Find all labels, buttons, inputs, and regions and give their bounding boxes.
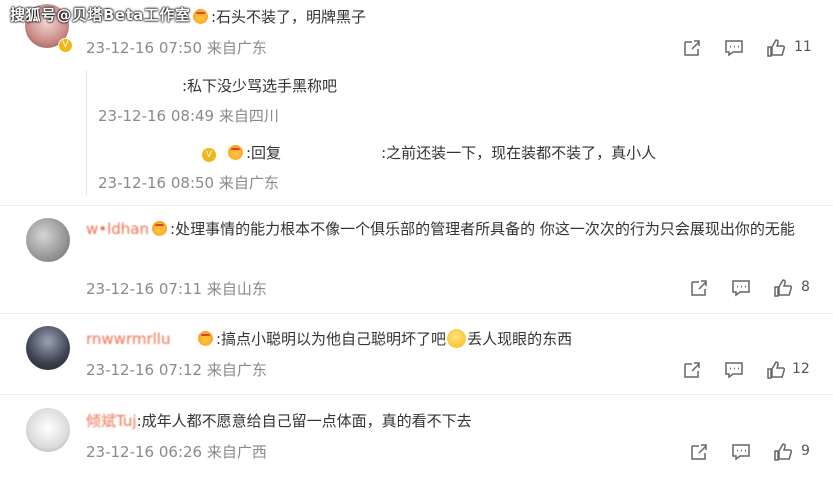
comment-text: :搞点小聪明以为他自己聪明坏了吧 — [216, 330, 447, 348]
comment-actions: 11 — [682, 38, 822, 58]
reply-meta: 23-12-16 08:50 来自广东 — [98, 174, 279, 192]
thumb-up-icon[interactable] — [773, 442, 793, 462]
reply-meta: 23-12-16 08:49 来自四川 — [98, 107, 279, 125]
thumb-up-icon[interactable] — [766, 360, 786, 380]
verified-badge-icon: V — [58, 38, 73, 53]
comment-username[interactable]: 倾斌Tuj — [86, 412, 137, 430]
reply-text: :私下没少骂选手黑称吧 — [182, 77, 338, 95]
comment-text: :石头不装了，明牌黑子 — [211, 8, 367, 26]
vip-crown-icon — [152, 221, 168, 236]
like-count: 9 — [801, 443, 810, 459]
comment-body: 倾斌Tuj:成年人都不愿意给自己留一点体面，真的看不下去 — [86, 410, 472, 432]
divider — [0, 313, 833, 314]
comment-actions: 9 — [689, 442, 819, 462]
thumb-up-icon[interactable] — [766, 38, 786, 58]
comment-body: w•ldhan :处理事情的能力根本不像一个俱乐部的管理者所具备的 你这一次次的行… — [86, 218, 806, 240]
comment-meta: 23-12-16 07:50 来自广东 — [86, 39, 267, 57]
avatar[interactable] — [26, 408, 70, 452]
comment-username[interactable]: rnwwrmrllu — [86, 328, 190, 350]
share-icon[interactable] — [689, 442, 709, 462]
comment-username[interactable]: w•ldhan — [86, 220, 149, 238]
divider — [0, 205, 833, 206]
vip-crown-icon — [228, 145, 243, 160]
reply-text: :之前还装一下，现在装都不装了，真小人 — [381, 144, 657, 162]
watermark: 搜狐号@贝塔Beta工作室 — [10, 6, 191, 24]
comment-icon[interactable] — [731, 278, 751, 298]
comment-icon[interactable] — [724, 360, 744, 380]
like-count: 11 — [794, 39, 812, 55]
reply-body: :私下没少骂选手黑称吧 — [98, 75, 337, 97]
avatar[interactable] — [26, 218, 70, 262]
comment-text: 丢人现眼的东西 — [467, 330, 573, 348]
divider — [0, 394, 833, 395]
avatar[interactable] — [26, 326, 70, 370]
vip-crown-icon — [193, 9, 208, 24]
share-icon[interactable] — [682, 360, 702, 380]
comment-body: rnwwrmrllu :搞点小聪明以为他自己聪明坏了吧 丢人现眼的东西 — [86, 328, 572, 350]
vip-crown-icon — [198, 331, 213, 346]
like-count: 8 — [801, 279, 810, 295]
embarrassed-emoji-icon — [447, 329, 467, 348]
comment-icon[interactable] — [724, 38, 744, 58]
reply-thread-rule — [86, 70, 87, 195]
like-count: 12 — [792, 361, 810, 377]
thumb-up-icon[interactable] — [773, 278, 793, 298]
comment-meta: 23-12-16 06:26 来自广西 — [86, 443, 267, 461]
reply-prefix: :回复 — [246, 144, 282, 162]
share-icon[interactable] — [682, 38, 702, 58]
reply-body: V :回复 :之前还装一下，现在装都不装了，真小人 — [98, 142, 656, 164]
share-icon[interactable] — [689, 278, 709, 298]
comment-text: :处理事情的能力根本不像一个俱乐部的管理者所具备的 你这一次次的行为只会展现出你… — [170, 220, 795, 238]
verified-badge-icon: V — [202, 148, 216, 162]
comment-icon[interactable] — [731, 442, 751, 462]
comment-meta: 23-12-16 07:11 来自山东 — [86, 280, 267, 298]
comment-text: :成年人都不愿意给自己留一点体面，真的看不下去 — [136, 412, 472, 430]
comment-actions: 8 — [689, 278, 819, 298]
comment-actions: 12 — [682, 360, 822, 380]
comment-meta: 23-12-16 07:12 来自广东 — [86, 361, 267, 379]
